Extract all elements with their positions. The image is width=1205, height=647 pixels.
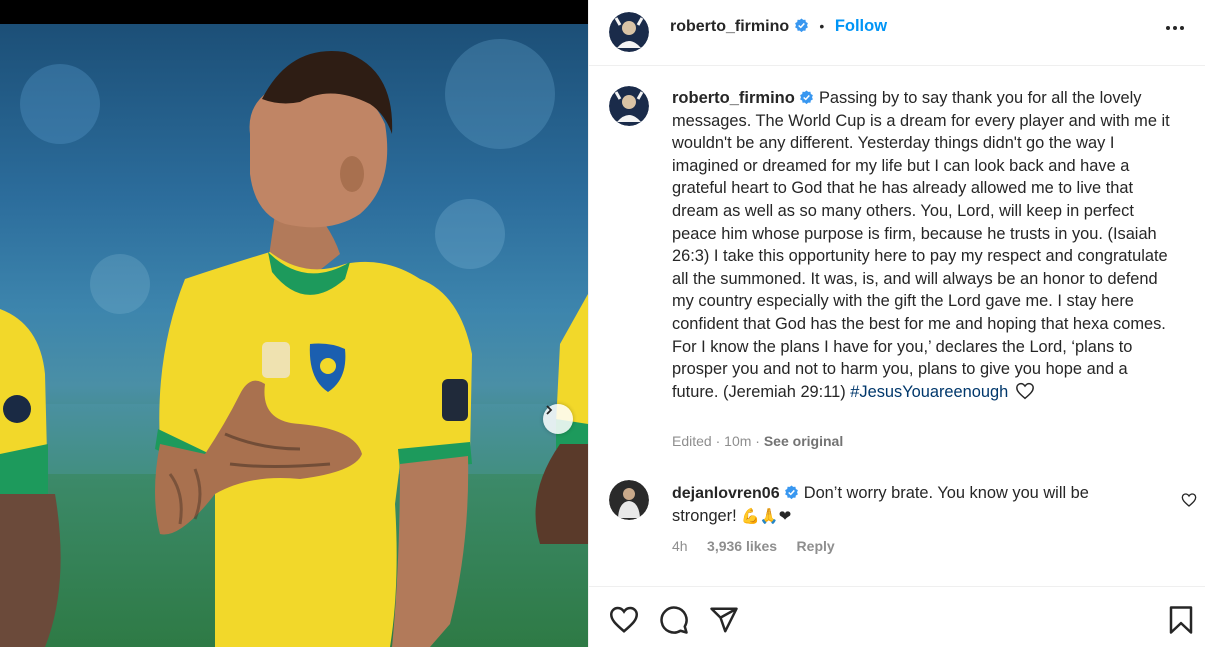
follow-button[interactable]: Follow	[835, 17, 887, 35]
comment-item: dejanlovren06 Don’t worry brate. You kno…	[672, 482, 1147, 528]
caption-text: Passing by to say thank you for all the …	[672, 89, 1170, 401]
header-user-line: roberto_firmino • Follow	[670, 17, 887, 36]
commenter-username[interactable]: dejanlovren06	[672, 485, 780, 502]
next-photo-button[interactable]	[543, 404, 573, 434]
verified-badge-icon	[800, 90, 814, 105]
verified-badge-icon	[794, 18, 808, 33]
caption-meta: Edited · 10m · See original	[672, 433, 843, 449]
meta-separator: ·	[755, 433, 760, 449]
verified-badge-icon	[785, 485, 799, 500]
post-details-panel: roberto_firmino • Follow roberto_firmino…	[588, 0, 1205, 647]
comment-likes[interactable]: 3,936 likes	[707, 538, 777, 554]
caption-username[interactable]: roberto_firmino	[672, 89, 795, 107]
author-username[interactable]: roberto_firmino	[670, 18, 789, 35]
caption-author-avatar[interactable]	[609, 86, 649, 126]
caption-avatar-image	[609, 86, 649, 126]
post-photo[interactable]	[0, 24, 588, 647]
see-original-link[interactable]: See original	[764, 433, 843, 449]
author-avatar-image	[609, 12, 649, 52]
post-header: roberto_firmino • Follow	[589, 0, 1205, 66]
white-heart-emoji-icon	[1015, 382, 1034, 400]
meta-separator: ·	[715, 433, 721, 449]
edited-label: Edited	[672, 433, 712, 449]
caption-time[interactable]: 10m	[724, 433, 751, 449]
comment-time[interactable]: 4h	[672, 538, 688, 554]
author-avatar[interactable]	[609, 12, 649, 52]
chevron-right-icon	[546, 405, 553, 415]
bookmark-icon[interactable]	[1166, 605, 1196, 635]
heart-icon[interactable]	[609, 605, 639, 635]
player-illustration	[0, 39, 588, 647]
header-separator: •	[819, 18, 825, 34]
instagram-post-view: roberto_firmino • Follow roberto_firmino…	[0, 0, 1205, 647]
top-black-strip	[0, 0, 588, 24]
post-actions-bar	[589, 586, 1205, 647]
comment-emojis: 💪🙏❤	[741, 507, 792, 525]
more-options-icon[interactable]	[1166, 21, 1190, 35]
caption-hashtag[interactable]: #JesusYouareenough	[850, 383, 1008, 401]
reply-button[interactable]: Reply	[797, 538, 835, 554]
post-caption: roberto_firmino Passing by to say thank …	[672, 87, 1177, 403]
comment-meta: 4h 3,936 likes Reply	[672, 538, 835, 554]
commenter-avatar[interactable]	[609, 480, 649, 520]
share-icon[interactable]	[709, 605, 739, 635]
comment-icon[interactable]	[659, 605, 689, 635]
comment-like-heart-icon[interactable]	[1181, 492, 1197, 508]
commenter-avatar-image	[609, 480, 649, 520]
